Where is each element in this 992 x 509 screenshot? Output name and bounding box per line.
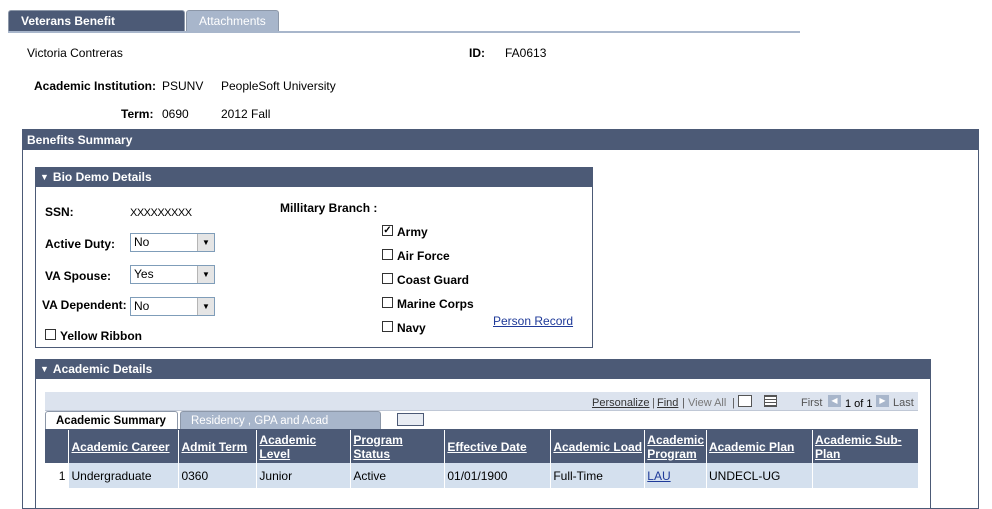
nav-separator: |: [732, 397, 735, 409]
dropdown-arrow-icon[interactable]: ▼: [197, 234, 214, 251]
column-header-academic-plan[interactable]: Academic Plan: [706, 430, 813, 463]
show-all-columns-icon[interactable]: [397, 413, 424, 426]
id-value: FA0613: [505, 46, 547, 60]
coast-guard-checkbox[interactable]: [382, 273, 393, 284]
nav-separator: |: [652, 397, 655, 409]
cell-admit-term: 0360: [178, 463, 258, 488]
dropdown-arrow-icon[interactable]: ▼: [197, 266, 214, 283]
army-label: Army: [397, 225, 428, 239]
cell-effective-date: 01/01/1900: [444, 463, 552, 488]
tab-academic-summary[interactable]: Academic Summary: [45, 411, 178, 430]
academic-summary-grid: Academic Career Admit Term Academic Leve…: [45, 430, 920, 488]
first-label: First: [801, 397, 823, 409]
student-name: Victoria Contreras: [27, 46, 123, 60]
collapse-triangle-icon: ▼: [40, 364, 49, 374]
cell-academic-program[interactable]: LAU: [644, 463, 707, 488]
military-branch-label: Millitary Branch :: [280, 201, 378, 215]
yellow-ribbon-label: Yellow Ribbon: [60, 329, 143, 343]
term-code: 0690: [162, 107, 189, 121]
academic-details-title: Academic Details: [52, 362, 153, 376]
column-header-academic-sub-plan[interactable]: Academic Sub-Plan: [812, 430, 920, 463]
view-all-link[interactable]: View All: [688, 397, 726, 409]
table-row: 1 Undergraduate 0360 Junior Active 01/01…: [45, 463, 920, 488]
cell-program-status: Active: [350, 463, 446, 488]
navy-label: Navy: [397, 321, 426, 335]
row-number-header: [45, 430, 70, 463]
grid-navigation-bar: [45, 392, 918, 411]
ssn-value: XXXXXXXXX: [130, 207, 192, 219]
navy-checkbox[interactable]: [382, 321, 393, 332]
institution-label: Academic Institution:: [34, 79, 157, 93]
collapse-triangle-icon: ▼: [40, 172, 49, 182]
next-arrow-icon[interactable]: ▶: [876, 395, 889, 407]
zoom-icon[interactable]: [738, 395, 752, 407]
air-force-checkbox[interactable]: [382, 249, 393, 260]
dropdown-arrow-icon[interactable]: ▼: [197, 298, 214, 315]
tab-residency-gpa[interactable]: Residency , GPA and Acad Standing: [180, 411, 381, 445]
row-count: 1 of 1: [845, 398, 873, 410]
nav-separator: |: [682, 397, 685, 409]
cell-academic-level: Junior: [256, 463, 352, 488]
cell-academic-sub-plan: [812, 463, 920, 488]
previous-arrow-icon[interactable]: ◀: [828, 395, 841, 407]
active-duty-value: No: [134, 235, 150, 249]
academic-details-header[interactable]: ▼ Academic Details: [36, 360, 930, 379]
va-spouse-label: VA Spouse:: [45, 269, 112, 283]
term-label: Term:: [121, 107, 154, 121]
tab-attachments[interactable]: Attachments: [186, 10, 279, 32]
bio-demo-title: Bio Demo Details: [52, 170, 152, 184]
column-header-academic-level[interactable]: Academic Level: [256, 430, 352, 463]
marine-corps-label: Marine Corps: [397, 297, 474, 311]
bio-demo-header[interactable]: ▼ Bio Demo Details: [36, 168, 592, 187]
institution-name: PeopleSoft University: [221, 79, 336, 93]
army-checkbox[interactable]: ✓: [382, 225, 393, 236]
cell-academic-plan: UNDECL-UG: [706, 463, 813, 488]
air-force-label: Air Force: [397, 249, 450, 263]
active-duty-label: Active Duty:: [45, 237, 116, 251]
last-label: Last: [893, 397, 914, 409]
coast-guard-label: Coast Guard: [397, 273, 470, 287]
download-grid-icon[interactable]: [764, 395, 777, 407]
active-duty-select[interactable]: No ▼: [130, 233, 215, 252]
tab-divider: [8, 31, 800, 33]
va-dependent-label: VA Dependent:: [42, 298, 127, 312]
institution-code: PSUNV: [162, 79, 204, 93]
va-dependent-value: No: [134, 299, 150, 313]
person-record-link[interactable]: Person Record: [493, 314, 573, 328]
row-number: 1: [45, 463, 70, 488]
id-label: ID:: [469, 46, 485, 60]
column-header-academic-load[interactable]: Academic Load: [550, 430, 646, 463]
column-header-academic-program[interactable]: Academic Program: [644, 430, 707, 463]
find-link[interactable]: Find: [657, 397, 678, 409]
column-header-program-status[interactable]: Program Status: [350, 430, 446, 463]
va-dependent-select[interactable]: No ▼: [130, 297, 215, 316]
personalize-link[interactable]: Personalize: [592, 397, 649, 409]
column-header-academic-career[interactable]: Academic Career: [68, 430, 180, 463]
va-spouse-select[interactable]: Yes ▼: [130, 265, 215, 284]
column-header-admit-term[interactable]: Admit Term: [178, 430, 258, 463]
yellow-ribbon-checkbox[interactable]: [45, 329, 56, 340]
va-spouse-value: Yes: [134, 267, 154, 281]
cell-academic-load: Full-Time: [550, 463, 646, 488]
term-name: 2012 Fall: [221, 107, 271, 121]
column-header-effective-date[interactable]: Effective Date: [444, 430, 552, 463]
tab-veterans-benefit-summary[interactable]: Veterans Benefit Summary: [8, 10, 185, 49]
ssn-label: SSN:: [45, 205, 74, 219]
marine-corps-checkbox[interactable]: [382, 297, 393, 308]
cell-academic-career: Undergraduate: [68, 463, 180, 488]
academic-program-link[interactable]: LAU: [647, 469, 670, 483]
benefits-summary-header: Benefits Summary: [23, 130, 978, 150]
